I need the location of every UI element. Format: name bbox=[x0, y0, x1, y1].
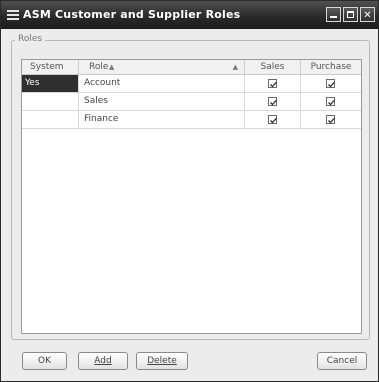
menu-icon[interactable] bbox=[7, 10, 19, 20]
purchase-cell bbox=[301, 111, 361, 128]
close-button[interactable]: ✕ bbox=[360, 7, 375, 22]
minimize-button[interactable] bbox=[326, 7, 341, 22]
purchase-checkbox[interactable] bbox=[326, 79, 335, 88]
sales-checkbox[interactable] bbox=[268, 115, 277, 124]
sort-ascending-icon: ▲ bbox=[109, 63, 115, 71]
maximize-icon bbox=[347, 11, 354, 18]
roles-grid[interactable]: System Role ▲ ▲ Sales Purchase Yes Accou… bbox=[21, 59, 362, 334]
check-icon bbox=[328, 81, 335, 88]
purchase-cell bbox=[301, 93, 361, 110]
purchase-cell bbox=[301, 75, 361, 92]
add-button[interactable]: Add bbox=[78, 352, 128, 370]
role-cell[interactable]: Account bbox=[79, 75, 245, 92]
minimize-icon bbox=[330, 16, 337, 18]
grid-header: System Role ▲ ▲ Sales Purchase bbox=[22, 60, 361, 75]
sales-checkbox[interactable] bbox=[268, 97, 277, 106]
role-cell[interactable]: Sales bbox=[79, 93, 245, 110]
system-cell[interactable] bbox=[22, 93, 79, 110]
column-header-role-label: Role bbox=[89, 62, 109, 72]
check-icon bbox=[270, 117, 277, 124]
table-row[interactable]: Finance bbox=[22, 111, 361, 129]
column-header-purchase[interactable]: Purchase bbox=[301, 60, 361, 74]
column-header-system[interactable]: System bbox=[22, 60, 79, 74]
close-icon: ✕ bbox=[363, 10, 372, 21]
sales-cell bbox=[245, 93, 301, 110]
role-cell[interactable]: Finance bbox=[79, 111, 245, 128]
column-header-role[interactable]: Role ▲ ▲ bbox=[79, 60, 245, 74]
maximize-button[interactable] bbox=[343, 7, 358, 22]
ok-button[interactable]: OK bbox=[22, 352, 67, 370]
add-button-label: Add bbox=[94, 356, 112, 366]
sales-cell bbox=[245, 111, 301, 128]
check-icon bbox=[270, 81, 277, 88]
window-title: ASM Customer and Supplier Roles bbox=[23, 8, 241, 21]
system-cell[interactable] bbox=[22, 111, 79, 128]
check-icon bbox=[270, 99, 277, 106]
delete-button[interactable]: Delete bbox=[136, 352, 188, 370]
cancel-button[interactable]: Cancel bbox=[317, 352, 367, 370]
table-row[interactable]: Yes Account bbox=[22, 75, 361, 93]
sales-cell bbox=[245, 75, 301, 92]
sort-icon: ▲ bbox=[232, 63, 238, 71]
delete-button-label: Delete bbox=[147, 356, 177, 366]
dialog-window: ASM Customer and Supplier Roles ✕ Roles … bbox=[0, 0, 379, 382]
check-icon bbox=[328, 117, 335, 124]
purchase-checkbox[interactable] bbox=[326, 115, 335, 124]
purchase-checkbox[interactable] bbox=[326, 97, 335, 106]
column-header-sales[interactable]: Sales bbox=[245, 60, 301, 74]
roles-group-label: Roles bbox=[15, 34, 46, 44]
system-cell[interactable]: Yes bbox=[22, 75, 79, 92]
title-bar[interactable]: ASM Customer and Supplier Roles ✕ bbox=[1, 1, 378, 29]
table-row[interactable]: Sales bbox=[22, 93, 361, 111]
sales-checkbox[interactable] bbox=[268, 79, 277, 88]
check-icon bbox=[328, 99, 335, 106]
